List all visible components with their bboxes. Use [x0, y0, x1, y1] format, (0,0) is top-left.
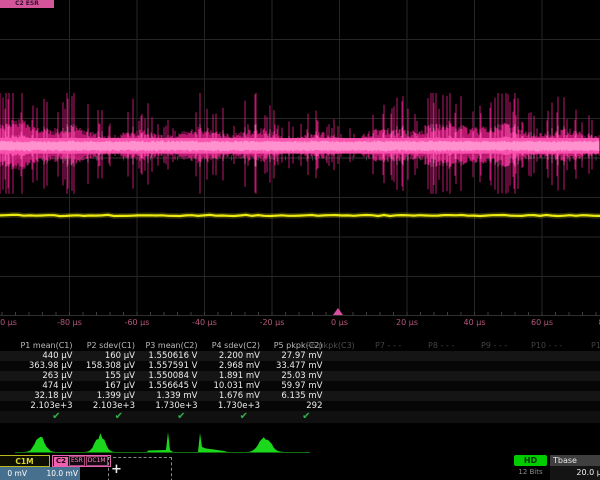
meas-row-sdev: 32.18 µV1.399 µV1.339 mV1.676 mV6.135 mV [0, 391, 600, 401]
meas-row-num: 2.103e+32.103e+31.730e+31.730e+3292 [0, 401, 600, 411]
meas-value: 1.399 µV [73, 391, 136, 401]
add-trace-button[interactable]: + [108, 457, 172, 480]
time-axis-label: 20 µs [396, 318, 418, 327]
hd-mode-badge[interactable]: HD [514, 455, 547, 466]
timebase-value: 20.0 µs [550, 466, 600, 479]
meas-header-row: P1 mean(C1)P2 sdev(C1)P3 mean(C2)P4 sdev… [0, 340, 600, 351]
timebase-title: Tbase [550, 455, 600, 466]
time-axis-label: -80 µs [57, 318, 82, 327]
status-check-icon: ✔ [10, 411, 73, 423]
meas-value: 474 µV [10, 381, 73, 391]
meas-row-mean: 363.98 µV158.308 µV1.557591 V2.968 mV33.… [0, 361, 600, 371]
status-check-icon: ✔ [135, 411, 198, 423]
status-check-icon: ✔ [198, 411, 261, 423]
meas-header-inactive[interactable]: P11 [591, 340, 600, 351]
meas-header[interactable]: P2 sdev(C1) [73, 340, 136, 351]
meas-row-max: 474 µV167 µV1.556645 V10.031 mV59.97 mV [0, 381, 600, 391]
meas-value: 160 µV [73, 351, 136, 361]
meas-value: 2.968 mV [198, 361, 261, 371]
status-check-icon: ✔ [73, 411, 136, 423]
meas-value: 27.97 mV [260, 351, 323, 361]
c1-coupling-label: C1M [15, 457, 33, 466]
time-axis-label: -40 µs [192, 318, 217, 327]
plus-icon: + [111, 462, 122, 477]
volts-per-div-strip: 0 mV 10.0 mV [0, 467, 80, 480]
meas-status-row: ✔✔✔✔✔ [0, 411, 600, 423]
timebase-descriptor[interactable]: Tbase 20.0 µs [550, 455, 600, 480]
meas-value: 32.18 µV [10, 391, 73, 401]
c2-label: C2 [54, 457, 68, 466]
meas-value: 25.03 mV [260, 371, 323, 381]
waveform-grid[interactable] [0, 0, 600, 316]
meas-header-inactive[interactable]: P6 pkpk(C3) [306, 340, 355, 351]
oscilloscope-screen: C2 ESR -100 µs -80 µs -60 µs -40 µs -20 µs 0 … [0, 0, 600, 480]
time-axis-label: 60 µs [531, 318, 553, 327]
meas-value: 1.339 mV [135, 391, 198, 401]
meas-value: 59.97 mV [260, 381, 323, 391]
meas-header[interactable]: P3 mean(C2) [135, 340, 198, 351]
c2-trace-core [0, 141, 599, 152]
meas-value: 6.135 mV [260, 391, 323, 401]
histicon-spike-right[interactable] [147, 432, 173, 452]
meas-header-inactive[interactable]: P7 - - - [375, 340, 401, 351]
bottom-axis-ticks [2, 312, 596, 316]
meas-value: 1.550616 V [135, 351, 198, 361]
channel-descriptor-c1[interactable]: C1M [0, 455, 50, 467]
meas-value: 292 [260, 401, 323, 411]
meas-value: 158.308 µV [73, 361, 136, 371]
meas-header[interactable]: P4 sdev(C2) [198, 340, 261, 351]
time-axis-label: -100 µs [0, 318, 17, 327]
meas-value: 167 µV [73, 381, 136, 391]
c1-vdiv-value: 0 mV [0, 469, 27, 478]
meas-value: 1.676 mV [198, 391, 261, 401]
histicon-row [0, 424, 600, 458]
meas-value: 1.891 mV [198, 371, 261, 381]
meas-value: 33.477 mV [260, 361, 323, 371]
meas-header[interactable]: P1 mean(C1) [10, 340, 73, 351]
meas-header-inactive[interactable]: P10 - - - [531, 340, 562, 351]
histicon-spike-left[interactable] [198, 433, 228, 452]
meas-value: 155 µV [73, 371, 136, 381]
hd-bits-label: 12 Bits [514, 468, 547, 476]
meas-value: 2.200 mV [198, 351, 261, 361]
meas-value: 263 µV [10, 371, 73, 381]
meas-value: 1.730e+3 [135, 401, 198, 411]
meas-value: 363.98 µV [10, 361, 73, 371]
meas-row-min: 263 µV155 µV1.550084 V1.891 mV25.03 mV [0, 371, 600, 381]
time-axis-label: -20 µs [260, 318, 285, 327]
meas-value: 1.730e+3 [198, 401, 261, 411]
meas-header-inactive[interactable]: P8 - - - [428, 340, 454, 351]
meas-value: 1.556645 V [135, 381, 198, 391]
c2-vdiv-value: 10.0 mV [27, 469, 78, 478]
meas-value: 2.103e+3 [10, 401, 73, 411]
histicon-bell[interactable] [84, 433, 115, 452]
time-axis-label: -60 µs [125, 318, 150, 327]
meas-value: 10.031 mV [198, 381, 261, 391]
meas-value: 1.557591 V [135, 361, 198, 371]
meas-value: 1.550084 V [135, 371, 198, 381]
time-axis: -100 µs -80 µs -60 µs -40 µs -20 µs 0 µs 20 µs… [0, 317, 600, 331]
time-axis-label: 0 µs [331, 318, 348, 327]
meas-value: 440 µV [10, 351, 73, 361]
c2-eres-tag: ESR [69, 456, 85, 466]
meas-value: 2.103e+3 [73, 401, 136, 411]
histicon-bell[interactable] [24, 437, 55, 452]
time-axis-label: 40 µs [464, 318, 486, 327]
meas-row-value: 440 µV160 µV1.550616 V2.200 mV27.97 mV [0, 351, 600, 361]
c2-coupling-tag: DC1M [86, 456, 108, 466]
measurement-table[interactable]: P1 mean(C1)P2 sdev(C1)P3 mean(C2)P4 sdev… [0, 340, 600, 423]
status-check-icon: ✔ [260, 411, 323, 423]
meas-header-inactive[interactable]: P9 - - - [481, 340, 507, 351]
histicon-bell-wide[interactable] [246, 437, 284, 452]
c1-trace[interactable] [0, 215, 600, 216]
channel-descriptor-c2[interactable]: C2 ESR DC1M [52, 455, 111, 467]
trigger-time-marker[interactable] [333, 308, 343, 315]
